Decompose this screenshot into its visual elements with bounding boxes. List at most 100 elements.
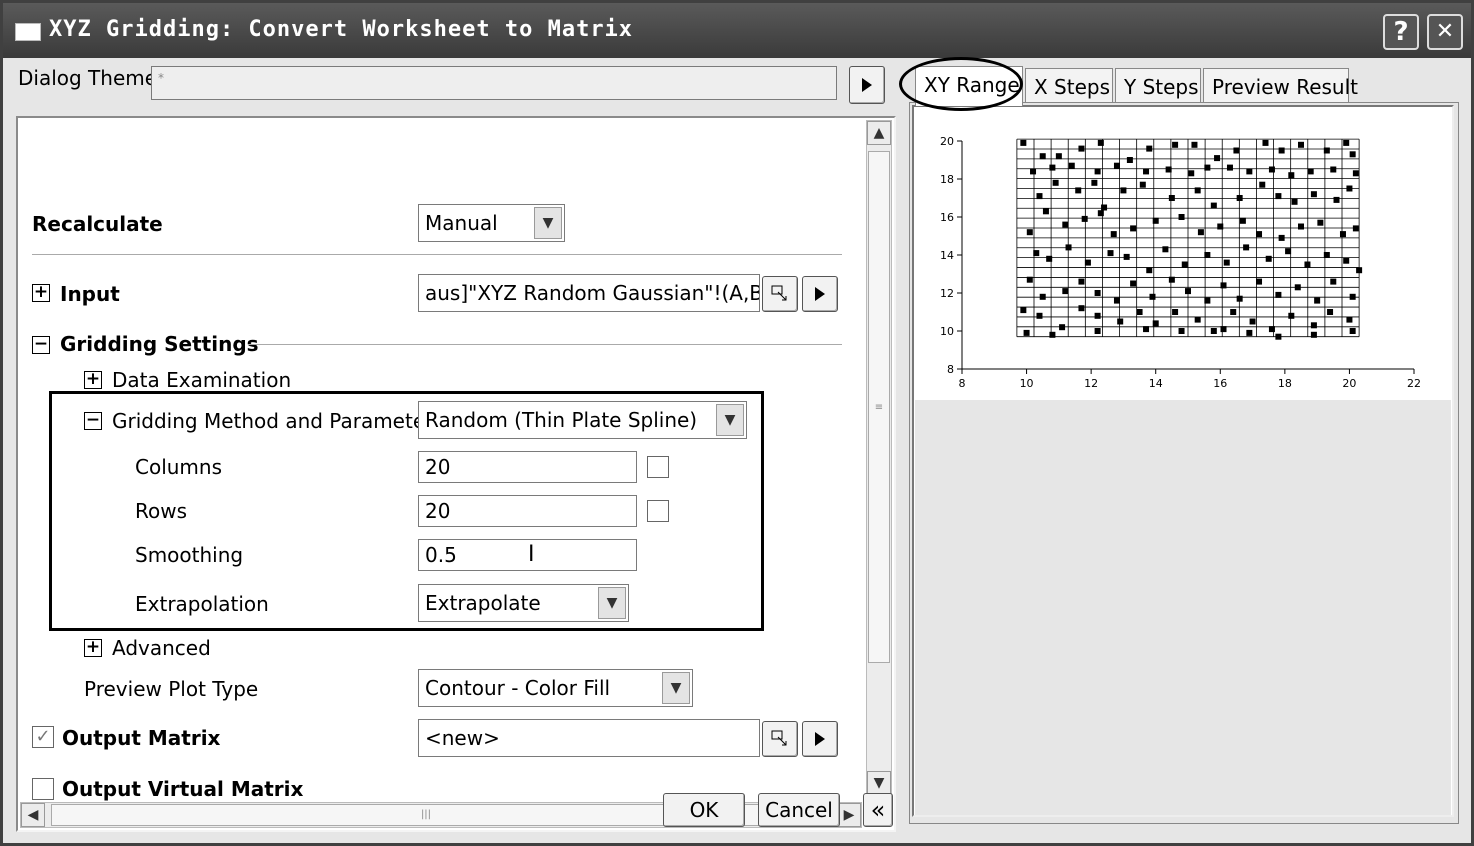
dialog-theme-menu-button[interactable] xyxy=(849,66,885,104)
data-point xyxy=(1139,181,1146,188)
title-bar[interactable]: XYZ Gridding: Convert Worksheet to Matri… xyxy=(3,3,1471,58)
extrapolation-value: Extrapolate xyxy=(425,591,541,615)
gridding-method-collapse-icon[interactable]: − xyxy=(84,412,102,430)
data-point xyxy=(1256,231,1263,238)
dialog-client: Dialog Theme * Recalculate Manual ▼ + In… xyxy=(3,57,1471,843)
gridding-method-select[interactable]: Random (Thin Plate Spline) ▼ xyxy=(418,401,747,439)
x-tick-label: 8 xyxy=(959,377,966,390)
data-point xyxy=(1042,208,1049,215)
close-button[interactable]: ✕ xyxy=(1427,14,1463,50)
output-menu-button[interactable] xyxy=(802,721,838,757)
help-button[interactable]: ? xyxy=(1383,14,1419,50)
data-point xyxy=(1314,297,1321,304)
data-point xyxy=(1214,155,1221,162)
input-expand-icon[interactable]: + xyxy=(32,284,50,302)
data-point xyxy=(1068,162,1075,169)
data-point xyxy=(1143,168,1150,175)
data-point xyxy=(1172,141,1179,148)
data-point xyxy=(1046,255,1053,262)
data-point xyxy=(1055,153,1062,160)
data-point xyxy=(1084,259,1091,266)
data-point xyxy=(1246,329,1253,336)
preview-blank-area xyxy=(915,400,1451,815)
ok-button[interactable]: OK xyxy=(663,793,745,827)
scroll-up-icon[interactable]: ▲ xyxy=(867,121,891,145)
tab-preview-result[interactable]: Preview Result xyxy=(1203,68,1358,104)
data-point xyxy=(1278,147,1285,154)
tab-x-steps[interactable]: X Steps xyxy=(1025,68,1113,104)
data-point xyxy=(1113,297,1120,304)
preview-plot-type-select[interactable]: Contour - Color Fill ▼ xyxy=(418,669,693,707)
cancel-button[interactable]: Cancel xyxy=(758,793,840,827)
data-point xyxy=(1078,145,1085,152)
gridding-method-value: Random (Thin Plate Spline) xyxy=(425,408,698,432)
chevron-down-icon[interactable]: ▼ xyxy=(534,207,562,239)
chevron-down-icon[interactable]: ▼ xyxy=(598,587,626,619)
data-point xyxy=(1343,257,1350,264)
scroll-right-icon[interactable]: ▶ xyxy=(837,803,861,827)
input-range-field[interactable]: aus]"XYZ Random Gaussian"!(A,B,C) xyxy=(418,274,760,312)
data-point xyxy=(1275,333,1282,340)
dialog-theme-input[interactable]: * xyxy=(151,66,837,100)
y-tick-label: 18 xyxy=(940,173,954,186)
data-point xyxy=(1110,231,1117,238)
data-point xyxy=(1130,280,1137,287)
data-point xyxy=(1298,223,1304,230)
data-point xyxy=(1256,278,1263,285)
data-point xyxy=(1356,267,1363,274)
data-examination-expand-icon[interactable]: + xyxy=(84,371,102,389)
data-point xyxy=(1217,223,1224,230)
x-tick-label: 10 xyxy=(1020,377,1034,390)
columns-checkbox[interactable] xyxy=(647,456,669,478)
data-point xyxy=(1094,290,1101,296)
output-matrix-field[interactable]: <new> xyxy=(418,719,760,757)
scroll-left-icon[interactable]: ◀ xyxy=(21,803,45,827)
input-select-range-button[interactable] xyxy=(762,276,798,312)
data-point xyxy=(1078,305,1085,312)
data-point xyxy=(1030,168,1037,175)
data-point xyxy=(1097,210,1104,217)
output-virtual-matrix-checkbox[interactable] xyxy=(32,778,54,800)
data-point xyxy=(1130,225,1137,232)
scroll-down-icon[interactable]: ▼ xyxy=(867,771,891,795)
range-select-icon xyxy=(771,730,787,746)
data-point xyxy=(1136,309,1143,315)
data-point xyxy=(1094,328,1101,334)
data-point xyxy=(1062,288,1069,295)
tab-y-steps[interactable]: Y Steps xyxy=(1115,68,1201,104)
advanced-expand-icon[interactable]: + xyxy=(84,639,102,657)
output-select-range-button[interactable] xyxy=(762,721,798,757)
data-point xyxy=(1020,307,1027,314)
chevron-down-icon[interactable]: ▼ xyxy=(662,672,690,704)
data-point xyxy=(1220,326,1227,333)
vertical-scrollbar[interactable]: ▲ ≡ ▼ xyxy=(866,120,892,796)
data-point xyxy=(1262,139,1269,146)
data-point xyxy=(1191,141,1198,148)
x-tick-label: 16 xyxy=(1213,377,1227,390)
data-point xyxy=(1310,322,1317,329)
input-menu-button[interactable] xyxy=(802,276,838,312)
data-point xyxy=(1323,252,1330,258)
x-tick-label: 14 xyxy=(1149,377,1163,390)
data-point xyxy=(1123,253,1130,260)
output-matrix-checkbox[interactable]: ✓ xyxy=(32,726,54,748)
data-point xyxy=(1081,215,1088,222)
data-examination-label: Data Examination xyxy=(112,368,292,392)
chevron-down-icon[interactable]: ▼ xyxy=(716,404,744,436)
data-point xyxy=(1126,157,1133,163)
rows-checkbox[interactable] xyxy=(647,500,669,522)
data-point xyxy=(1310,191,1317,198)
data-point xyxy=(1349,293,1356,300)
extrapolation-select[interactable]: Extrapolate ▼ xyxy=(418,584,629,622)
data-point xyxy=(1307,168,1314,175)
rows-input[interactable]: 20 xyxy=(418,495,637,527)
recalculate-select[interactable]: Manual ▼ xyxy=(418,204,565,242)
columns-input[interactable]: 20 xyxy=(418,451,637,483)
gridding-settings-collapse-icon[interactable]: − xyxy=(32,336,50,354)
data-point xyxy=(1107,250,1114,257)
vertical-scroll-thumb[interactable]: ≡ xyxy=(868,151,890,663)
data-point xyxy=(1204,252,1211,258)
divider xyxy=(32,254,842,255)
recalculate-label: Recalculate xyxy=(32,212,163,236)
collapse-panel-button[interactable]: « xyxy=(863,793,893,827)
